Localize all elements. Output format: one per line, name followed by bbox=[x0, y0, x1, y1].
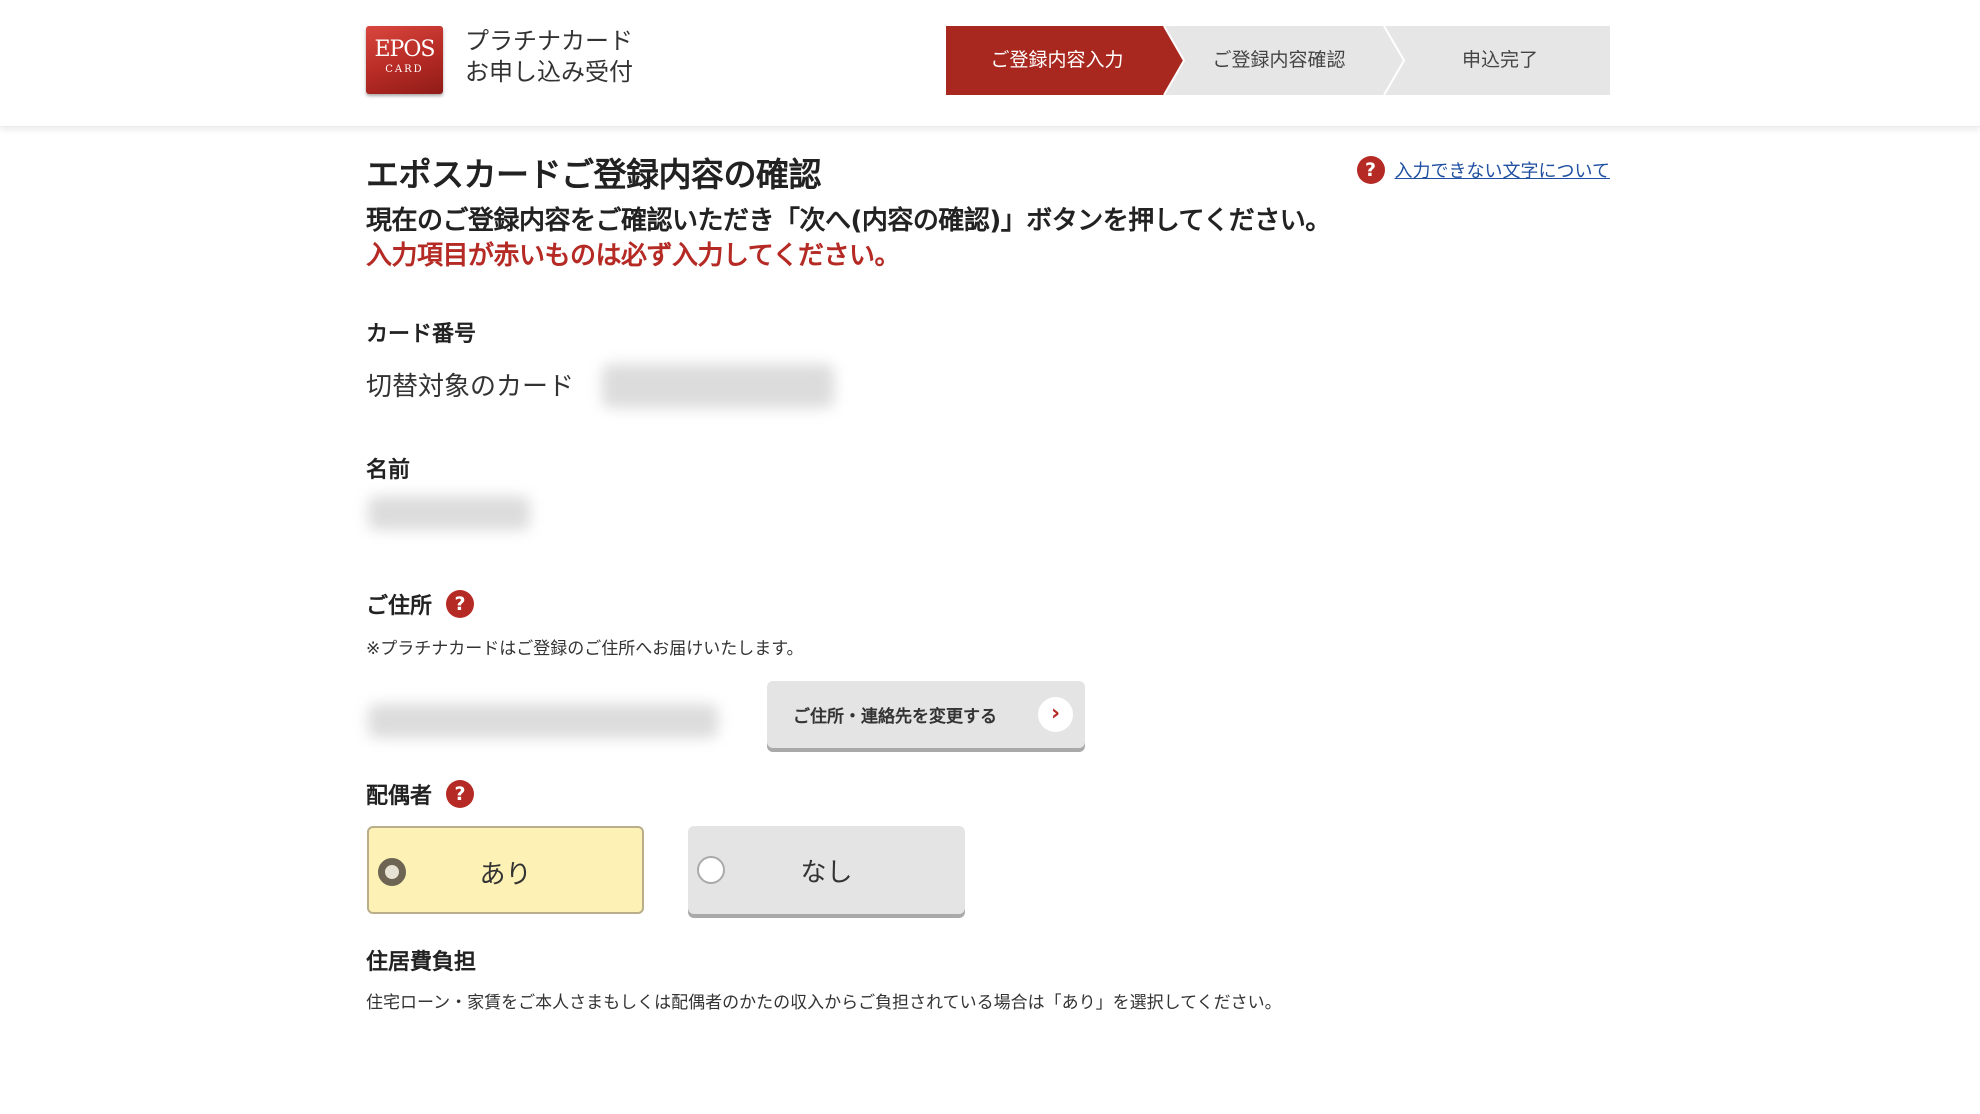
address-label-text: ご住所 bbox=[366, 594, 433, 619]
question-icon: ? bbox=[1356, 156, 1385, 184]
spouse-option-no-label: なし bbox=[800, 858, 853, 888]
logo-text: EPOS bbox=[374, 37, 436, 62]
spouse-help-icon[interactable]: ? bbox=[446, 780, 475, 808]
app-title: プラチナカード お申し込み受付 bbox=[465, 26, 633, 88]
app-title-line-2: お申し込み受付 bbox=[465, 58, 633, 86]
spouse-label: 配偶者 ? bbox=[366, 778, 475, 810]
spouse-option-yes-label: あり bbox=[479, 860, 532, 890]
name-value-redacted bbox=[368, 496, 530, 530]
unsupported-chars-link[interactable]: 入力できない文字について bbox=[1395, 157, 1610, 183]
change-address-button-label: ご住所・連絡先を変更する bbox=[793, 707, 997, 727]
address-help-icon[interactable]: ? bbox=[446, 590, 475, 618]
instructions: 現在のご登録内容をご確認いただき「次へ(内容の確認)」ボタンを押してください。 … bbox=[366, 204, 1331, 274]
app-title-line-1: プラチナカード bbox=[465, 27, 633, 55]
epos-card-logo: EPOS CARD bbox=[366, 26, 443, 94]
page-title: エポスカードご登録内容の確認 bbox=[366, 155, 822, 194]
required-notice: 入力項目が赤いものは必ず入力してください。 bbox=[366, 241, 900, 271]
target-card-label: 切替対象のカード bbox=[366, 372, 575, 402]
unsupported-chars-help[interactable]: ? 入力できない文字について bbox=[1356, 156, 1610, 184]
card-number-label-text: カード番号 bbox=[366, 322, 477, 347]
card-number-value-redacted bbox=[602, 364, 834, 408]
step-complete: 申込完了 bbox=[1461, 49, 1538, 71]
logo-subtext: CARD bbox=[385, 64, 424, 75]
change-address-button[interactable]: ご住所・連絡先を変更する › bbox=[767, 681, 1085, 748]
instruction-text: 現在のご登録内容をご確認いただき「次へ(内容の確認)」ボタンを押してください。 bbox=[366, 206, 1331, 236]
spouse-option-no[interactable]: なし bbox=[688, 826, 965, 914]
spouse-label-text: 配偶者 bbox=[366, 784, 433, 809]
housing-cost-label-text: 住居費負担 bbox=[366, 950, 477, 975]
housing-cost-note: 住宅ローン・家賃をご本人さまもしくは配偶者のかたの収入からご負担されている場合は… bbox=[366, 993, 1282, 1013]
chevron-right-icon: › bbox=[1038, 697, 1073, 732]
address-value-redacted bbox=[368, 704, 718, 738]
card-number-label: カード番号 bbox=[366, 316, 476, 348]
name-label-text: 名前 bbox=[366, 458, 411, 483]
spouse-option-yes[interactable]: あり bbox=[367, 826, 644, 914]
progress-stepper: ご登録内容入力 ご登録内容確認 申込完了 bbox=[946, 26, 1610, 95]
name-label: 名前 bbox=[366, 452, 410, 484]
housing-cost-label: 住居費負担 bbox=[366, 944, 476, 976]
address-note: ※プラチナカードはご登録のご住所へお届けいたします。 bbox=[366, 639, 804, 659]
step-input: ご登録内容入力 bbox=[990, 49, 1124, 71]
address-label: ご住所 ? bbox=[366, 588, 475, 620]
step-confirm: ご登録内容確認 bbox=[1212, 49, 1346, 71]
site-header: EPOS CARD プラチナカード お申し込み受付 ご登録内容入力 ご登録内容確… bbox=[0, 0, 1980, 127]
